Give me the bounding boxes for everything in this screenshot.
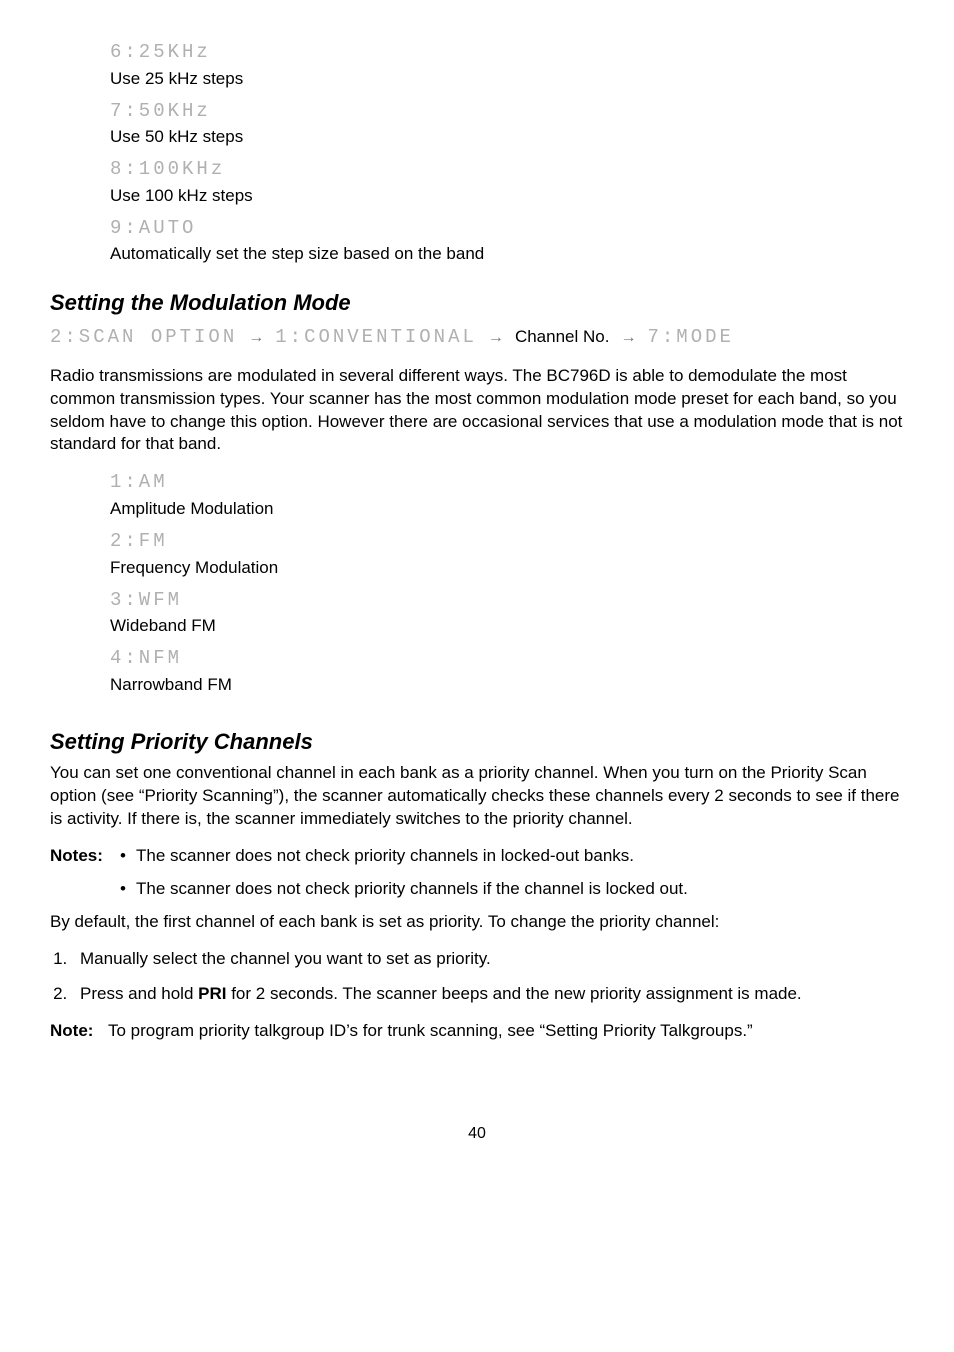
option-item: 8:100KHz Use 100 kHz steps [110, 157, 904, 208]
step-item: Press and hold PRI for 2 seconds. The sc… [72, 983, 904, 1006]
option-item: 7:50KHz Use 50 kHz steps [110, 99, 904, 150]
notes-label: Notes: [50, 845, 120, 868]
note-text: The scanner does not check priority chan… [136, 878, 688, 901]
option-desc: Frequency Modulation [110, 557, 904, 580]
menu-path: 2:SCAN OPTION → 1:CONVENTIONAL → Channel… [50, 324, 904, 351]
note-text: The scanner does not check priority chan… [136, 845, 634, 868]
priority-steps: Manually select the channel you want to … [50, 948, 904, 1006]
path-segment: 7:MODE [647, 326, 733, 348]
step-text-suffix: for 2 seconds. The scanner beeps and the… [226, 984, 801, 1003]
option-item: 4:NFM Narrowband FM [110, 646, 904, 697]
option-item: 1:AM Amplitude Modulation [110, 470, 904, 521]
path-segment: 2:SCAN OPTION [50, 326, 237, 348]
option-item: 9:AUTO Automatically set the step size b… [110, 216, 904, 267]
option-item: 6:25KHz Use 25 kHz steps [110, 40, 904, 91]
notes-row: • The scanner does not check priority ch… [50, 878, 904, 901]
note-row: Note: To program priority talkgroup ID’s… [50, 1020, 904, 1043]
modulation-options: 1:AM Amplitude Modulation 2:FM Frequency… [110, 470, 904, 696]
option-code: 8:100KHz [110, 157, 904, 183]
priority-heading: Setting Priority Channels [50, 727, 904, 757]
modulation-heading: Setting the Modulation Mode [50, 288, 904, 318]
option-item: 3:WFM Wideband FM [110, 588, 904, 639]
option-code: 2:FM [110, 529, 904, 555]
option-code: 7:50KHz [110, 99, 904, 125]
path-segment: Channel No. [515, 327, 610, 346]
step-item: Manually select the channel you want to … [72, 948, 904, 971]
notes-row: Notes: • The scanner does not check prio… [50, 845, 904, 868]
option-desc: Amplitude Modulation [110, 498, 904, 521]
bullet-icon: • [120, 845, 136, 868]
bullet-icon: • [120, 878, 136, 901]
option-code: 3:WFM [110, 588, 904, 614]
priority-default: By default, the first channel of each ba… [50, 911, 904, 934]
path-segment: 1:CONVENTIONAL [275, 326, 477, 348]
modulation-body: Radio transmissions are modulated in sev… [50, 365, 904, 457]
note-text: To program priority talkgroup ID’s for t… [108, 1020, 753, 1043]
step-text-prefix: Press and hold [80, 984, 198, 1003]
page-number: 40 [50, 1123, 904, 1145]
option-code: 6:25KHz [110, 40, 904, 66]
arrow-icon: → [620, 329, 636, 346]
step-size-options: 6:25KHz Use 25 kHz steps 7:50KHz Use 50 … [110, 40, 904, 266]
arrow-icon: → [488, 329, 504, 346]
option-desc: Use 50 kHz steps [110, 126, 904, 149]
option-item: 2:FM Frequency Modulation [110, 529, 904, 580]
priority-body: You can set one conventional channel in … [50, 762, 904, 831]
option-desc: Use 25 kHz steps [110, 68, 904, 91]
option-code: 1:AM [110, 470, 904, 496]
option-code: 9:AUTO [110, 216, 904, 242]
arrow-icon: → [248, 329, 264, 346]
step-text-bold: PRI [198, 984, 226, 1003]
note-label: Note: [50, 1020, 108, 1043]
option-desc: Use 100 kHz steps [110, 185, 904, 208]
option-desc: Automatically set the step size based on… [110, 243, 904, 266]
option-desc: Narrowband FM [110, 674, 904, 697]
option-code: 4:NFM [110, 646, 904, 672]
option-desc: Wideband FM [110, 615, 904, 638]
notes-label-spacer [50, 878, 120, 901]
